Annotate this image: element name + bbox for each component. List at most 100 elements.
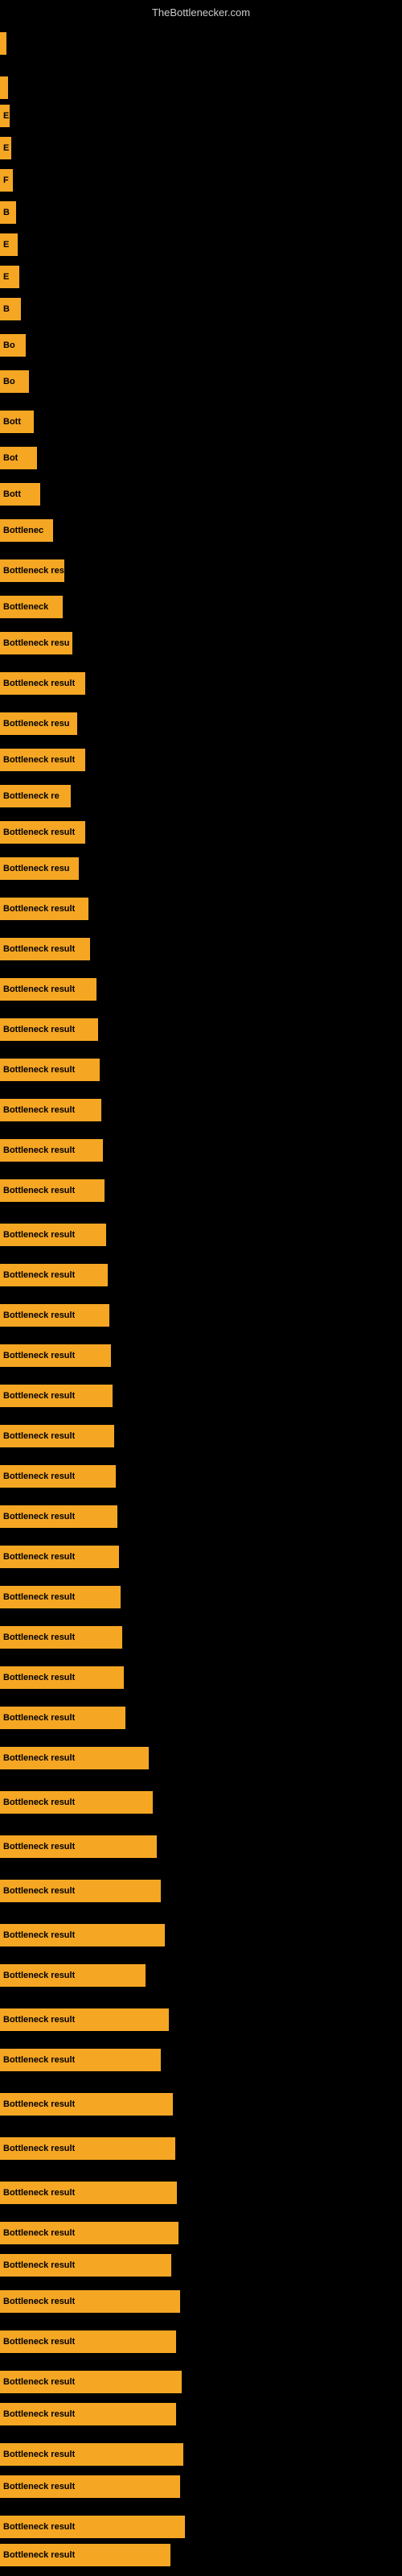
- bar-item: Bo: [0, 370, 29, 393]
- bar-item: Bottleneck result: [0, 1344, 111, 1367]
- bar-item: Bot: [0, 447, 37, 469]
- bar-label: Bottleneck result: [3, 2228, 75, 2238]
- bar-label: Bottleneck result: [3, 1633, 75, 1642]
- bar-item: Bottleneck result: [0, 1924, 165, 1946]
- bar-item: Bottleneck result: [0, 1707, 125, 1729]
- bar-label: E: [3, 272, 9, 282]
- bar-label: Bottleneck result: [3, 2015, 75, 2025]
- bar-label: Bottleneck result: [3, 1592, 75, 1602]
- bar-label: Bottleneck result: [3, 828, 75, 837]
- bar-item: Bo: [0, 334, 26, 357]
- bar-item: Bottleneck result: [0, 1465, 116, 1488]
- bar-item: Bottleneck re: [0, 785, 71, 807]
- bar-label: Bottleneck result: [3, 1311, 75, 1320]
- bar-label: Bo: [3, 341, 15, 350]
- bar-label: Bott: [3, 489, 21, 499]
- bar-label: Bottleneck resu: [3, 719, 70, 729]
- bar-item: Bottleneck result: [0, 1964, 146, 1987]
- bar-item: [0, 32, 6, 55]
- bar-label: Bottleneck result: [3, 1146, 75, 1155]
- bar-item: Bottleneck result: [0, 1546, 119, 1568]
- bar-item: B: [0, 298, 21, 320]
- bar-item: Bottleneck result: [0, 1880, 161, 1902]
- bar-item: Bottleneck result: [0, 749, 85, 771]
- bar-item: Bottleneck result: [0, 898, 88, 920]
- bar-label: Bottleneck result: [3, 1270, 75, 1280]
- bar-item: Bottleneck result: [0, 1791, 153, 1814]
- bar-label: Bottleneck result: [3, 1105, 75, 1115]
- bar-item: Bottleneck result: [0, 2049, 161, 2071]
- bar-label: Bottleneck result: [3, 1186, 75, 1195]
- bar-label: Bo: [3, 377, 15, 386]
- bar-item: Bottleneck res: [0, 559, 64, 582]
- bar-label: Bottleneck result: [3, 2482, 75, 2491]
- bar-label: Bottleneck result: [3, 1391, 75, 1401]
- bar-item: Bottleneck result: [0, 2093, 173, 2116]
- bar-label: B: [3, 208, 10, 217]
- bar-label: Bottleneck result: [3, 2409, 75, 2419]
- bar-label: Bottleneck result: [3, 1753, 75, 1763]
- bar-label: Bottleneck result: [3, 2550, 75, 2560]
- bar-label: Bottleneck resu: [3, 638, 70, 648]
- bar-label: Bottleneck re: [3, 791, 59, 801]
- bar-item: Bottleneck result: [0, 1179, 105, 1202]
- bar-item: Bottleneck result: [0, 1139, 103, 1162]
- bar-label: Bottleneck result: [3, 1230, 75, 1240]
- bar-item: Bottleneck resu: [0, 712, 77, 735]
- bar-label: F: [3, 175, 9, 185]
- bar-item: Bottleneck result: [0, 2544, 170, 2566]
- bar-item: Bottleneck: [0, 596, 63, 618]
- bar-item: Bottleneck resu: [0, 857, 79, 880]
- bar-label: Bottleneck result: [3, 944, 75, 954]
- bar-item: Bottleneck result: [0, 1505, 117, 1528]
- bar-label: E: [3, 111, 9, 121]
- bar-item: E: [0, 105, 10, 127]
- bar-item: B: [0, 201, 16, 224]
- bar-item: Bottleneck result: [0, 938, 90, 960]
- bar-label: Bott: [3, 417, 21, 427]
- bar-item: E: [0, 233, 18, 256]
- bar-item: Bottleneck result: [0, 1018, 98, 1041]
- bar-item: Bottleneck result: [0, 2137, 175, 2160]
- bar-item: Bottleneck resu: [0, 632, 72, 654]
- bar-label: Bottleneck result: [3, 1798, 75, 1807]
- site-title: TheBottlenecker.com: [152, 6, 250, 19]
- bar-item: Bottleneck result: [0, 2516, 185, 2538]
- bar-item: Bottleneck result: [0, 2330, 176, 2353]
- bar-label: E: [3, 240, 9, 250]
- bar-item: Bottleneck result: [0, 2222, 178, 2244]
- bar-label: Bottleneck result: [3, 1512, 75, 1521]
- bar-label: B: [3, 304, 10, 314]
- bar-item: Bottleneck result: [0, 978, 96, 1001]
- bar-label: Bottleneck result: [3, 1065, 75, 1075]
- bar-label: Bottleneck result: [3, 679, 75, 688]
- bar-label: Bottleneck result: [3, 2260, 75, 2270]
- bar-label: Bottleneck result: [3, 2337, 75, 2347]
- bar-label: Bottleneck result: [3, 2450, 75, 2459]
- bar-label: Bottleneck result: [3, 2297, 75, 2306]
- bar-label: Bottleneck result: [3, 1431, 75, 1441]
- bar-label: Bottleneck result: [3, 755, 75, 765]
- bar-item: [0, 76, 8, 99]
- bar-label: Bottleneck result: [3, 1886, 75, 1896]
- bar-item: Bottleneck result: [0, 1385, 113, 1407]
- bar-item: Bottleneck result: [0, 1224, 106, 1246]
- bar-label: E: [3, 143, 9, 153]
- bar-item: Bottleneck result: [0, 1264, 108, 1286]
- bar-label: Bottlenec: [3, 526, 43, 535]
- bar-label: Bottleneck result: [3, 1971, 75, 1980]
- bar-item: Bottleneck result: [0, 821, 85, 844]
- bar-label: Bottleneck result: [3, 1472, 75, 1481]
- bar-item: Bottleneck result: [0, 2254, 171, 2277]
- bar-label: Bottleneck res: [3, 566, 64, 576]
- bar-item: Bottleneck result: [0, 2371, 182, 2393]
- bar-item: Bottleneck result: [0, 2443, 183, 2466]
- bar-item: E: [0, 137, 11, 159]
- bar-label: Bottleneck: [3, 602, 48, 612]
- bar-item: Bottleneck result: [0, 1099, 101, 1121]
- bar-item: Bottleneck result: [0, 2290, 180, 2313]
- bar-item: Bottleneck result: [0, 2008, 169, 2031]
- bar-label: Bottleneck result: [3, 2144, 75, 2153]
- bar-item: Bottleneck result: [0, 1059, 100, 1081]
- bar-label: Bottleneck result: [3, 1930, 75, 1940]
